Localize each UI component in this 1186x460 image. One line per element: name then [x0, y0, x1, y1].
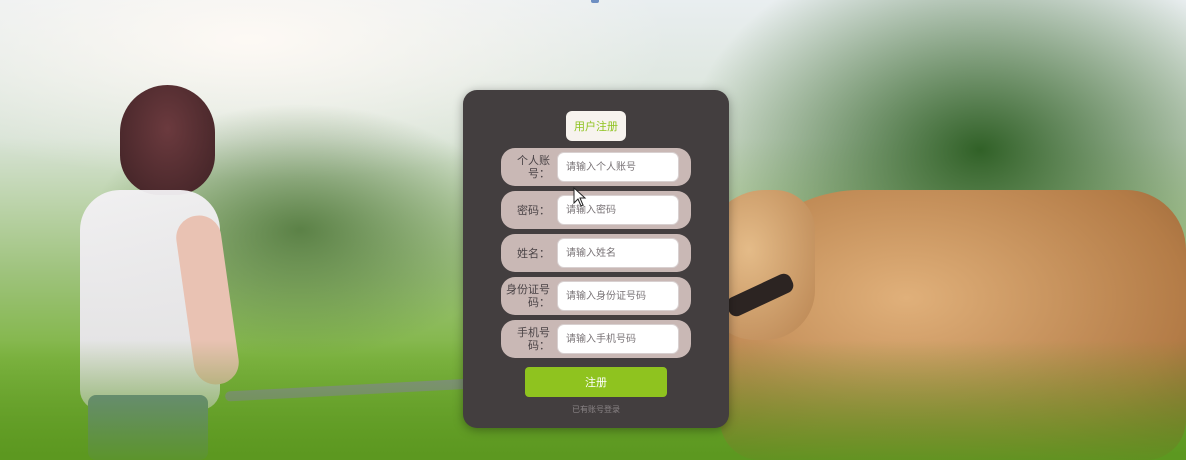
girl-figure-head	[120, 85, 215, 195]
login-link[interactable]: 已有账号登录	[463, 404, 729, 415]
phone-label: 手机号码：	[517, 326, 550, 352]
account-row: 个人账号：	[501, 148, 691, 186]
account-input[interactable]	[557, 152, 679, 182]
id-number-input[interactable]	[557, 281, 679, 311]
name-input[interactable]	[557, 238, 679, 268]
id-number-row: 身份证号码：	[501, 277, 691, 315]
phone-row: 手机号码：	[501, 320, 691, 358]
password-label: 密码：	[517, 203, 550, 217]
name-label: 姓名：	[517, 246, 550, 260]
top-edge-marker	[591, 0, 599, 3]
register-panel: 用户注册 个人账号： 密码： 姓名： 身份证号码： 手机号码： 注册 已有账号登…	[463, 90, 729, 428]
id-number-label: 身份证号码：	[506, 283, 550, 309]
register-button[interactable]: 注册	[525, 367, 667, 397]
phone-input[interactable]	[557, 324, 679, 354]
name-row: 姓名：	[501, 234, 691, 272]
register-title: 用户注册	[566, 111, 626, 141]
password-row: 密码：	[501, 191, 691, 229]
account-label: 个人账号：	[517, 154, 550, 180]
mouse-pointer-icon	[573, 187, 587, 207]
